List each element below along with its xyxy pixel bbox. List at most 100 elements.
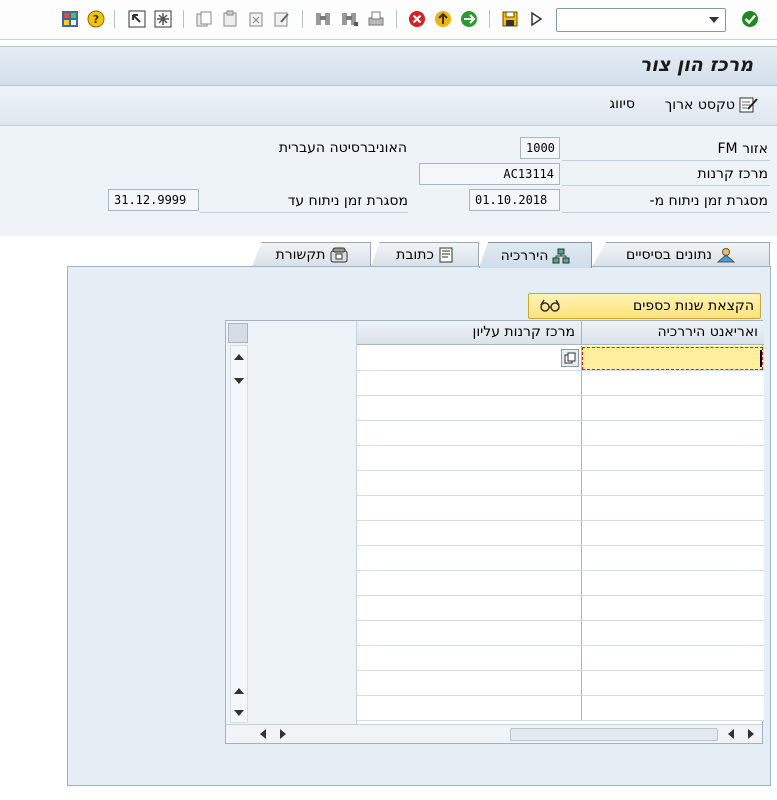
table-cell-superior-fund-center[interactable]	[357, 396, 581, 421]
command-input[interactable]	[561, 11, 701, 29]
fm-area-label: אזור FM	[717, 141, 768, 157]
table-cell-hierarchy-variant[interactable]	[581, 371, 764, 396]
valid-from-label: מסגרת זמן ניתוח מ-	[649, 193, 768, 209]
glasses-icon	[539, 299, 561, 313]
table-cell-superior-fund-center[interactable]	[357, 346, 581, 371]
cut-icon[interactable]	[246, 9, 266, 29]
page-title: מרכז הון צור	[639, 54, 753, 76]
table-cell-hierarchy-variant[interactable]	[581, 571, 764, 596]
table-cell-superior-fund-center[interactable]	[357, 421, 581, 446]
table-cell-hierarchy-variant[interactable]	[581, 496, 764, 521]
long-text-button[interactable]: טקסט ארוך	[665, 96, 759, 114]
layout-menu-icon[interactable]	[60, 9, 80, 29]
generate-icon[interactable]	[153, 9, 173, 29]
hierarchy-table: ואריאנט היררכיה מרכז קרנות עליון	[225, 320, 764, 744]
table-cell-superior-fund-center[interactable]	[357, 496, 581, 521]
back-icon[interactable]	[459, 9, 479, 29]
table-cell-superior-fund-center[interactable]	[357, 471, 581, 496]
scroll-far-right-icon[interactable]	[744, 727, 758, 741]
scroll-left-icon[interactable]	[256, 727, 270, 741]
command-field[interactable]	[556, 8, 726, 32]
scroll-down-icon[interactable]	[232, 374, 246, 388]
classification-button[interactable]: סיווג	[609, 96, 635, 112]
select-all-button[interactable]	[228, 323, 248, 343]
save-icon[interactable]	[500, 9, 520, 29]
table-cell-hierarchy-variant[interactable]	[581, 696, 764, 721]
help-icon[interactable]: ?	[86, 9, 106, 29]
table-cell-hierarchy-variant[interactable]	[581, 471, 764, 496]
paste-icon[interactable]	[220, 9, 240, 29]
title-bar: מרכז הון צור	[0, 46, 777, 86]
fund-center-label: מרכז קרנות	[697, 166, 768, 182]
print-icon[interactable]	[366, 9, 386, 29]
table-cell-hierarchy-variant[interactable]	[581, 446, 764, 471]
document-icon	[438, 247, 454, 263]
phone-icon	[330, 247, 348, 263]
tab-communication[interactable]: תקשורת	[252, 242, 371, 267]
scroll-page-down-icon[interactable]	[232, 706, 246, 720]
table-cell-hierarchy-variant[interactable]	[581, 671, 764, 696]
horizontal-scrollbar[interactable]	[226, 724, 762, 743]
tab-hierarchy-label: היררכיה	[500, 247, 549, 264]
table-cell-hierarchy-variant[interactable]	[581, 421, 764, 446]
window-select-icon[interactable]	[127, 9, 147, 29]
table-cell-superior-fund-center[interactable]	[357, 671, 581, 696]
copy-icon[interactable]	[194, 9, 214, 29]
tab-address[interactable]: כתובת	[371, 242, 479, 267]
find-next-icon[interactable]	[339, 9, 359, 29]
table-cell-superior-fund-center[interactable]	[357, 596, 581, 621]
table-cell-hierarchy-variant[interactable]	[581, 546, 764, 571]
table-cell-superior-fund-center[interactable]	[357, 621, 581, 646]
tab-hierarchy[interactable]: היררכיה	[479, 242, 592, 268]
play-icon[interactable]	[526, 9, 546, 29]
text-cursor	[760, 350, 762, 367]
tab-basic-data[interactable]: נתונים בסיסיים	[592, 242, 770, 267]
table-left-margin	[226, 321, 357, 725]
tab-address-label: כתובת	[396, 247, 434, 263]
fund-center-field[interactable]: AC13114	[419, 163, 560, 185]
hierarchy-icon	[552, 248, 570, 264]
fm-area-description: האוניברסיטה העברית	[278, 140, 407, 156]
table-cell-hierarchy-variant[interactable]	[581, 596, 764, 621]
table-cell-superior-fund-center[interactable]	[357, 646, 581, 671]
chevron-down-icon[interactable]	[705, 11, 723, 29]
exit-icon[interactable]	[433, 9, 453, 29]
edit-icon[interactable]	[272, 9, 292, 29]
valid-to-field[interactable]: 31.12.9999	[108, 189, 199, 211]
column-header-hierarchy-variant[interactable]: ואריאנט היררכיה	[581, 321, 764, 345]
table-cell-hierarchy-variant[interactable]	[581, 621, 764, 646]
scroll-right-icon[interactable]	[276, 727, 290, 741]
value-help-icon[interactable]	[561, 349, 579, 367]
long-text-label: טקסט ארוך	[664, 97, 735, 113]
scroll-up-icon[interactable]	[232, 350, 246, 364]
table-cell-superior-fund-center[interactable]	[357, 546, 581, 571]
scroll-far-left-icon[interactable]	[724, 727, 738, 741]
table-cell-superior-fund-center[interactable]	[357, 571, 581, 596]
scroll-page-up-icon[interactable]	[232, 684, 246, 698]
enter-check-icon[interactable]	[740, 9, 760, 29]
table-cell-hierarchy-variant[interactable]	[581, 646, 764, 671]
table-cell-superior-fund-center[interactable]	[357, 521, 581, 546]
classification-label: סיווג	[609, 96, 635, 112]
person-icon	[716, 247, 736, 263]
assign-fiscal-years-button[interactable]: הקצאת שנות כספים	[528, 293, 761, 319]
table-cell-superior-fund-center[interactable]	[357, 446, 581, 471]
fm-area-field[interactable]: 1000	[520, 137, 560, 159]
scrollbar-thumb[interactable]	[510, 728, 718, 741]
valid-to-label: מסגרת זמן ניתוח עד	[287, 193, 408, 209]
table-cell-hierarchy-variant[interactable]	[581, 396, 764, 421]
system-toolbar: ?	[0, 0, 777, 40]
status-bar	[0, 788, 777, 800]
find-icon[interactable]	[313, 9, 333, 29]
vertical-scrollbar[interactable]	[230, 345, 248, 723]
assign-fiscal-years-label: הקצאת שנות כספים	[632, 298, 754, 314]
cancel-icon[interactable]	[407, 9, 427, 29]
column-header-superior-fund-center[interactable]: מרכז קרנות עליון	[357, 321, 581, 345]
valid-from-field[interactable]: 01.10.2018	[469, 189, 560, 211]
table-cell-hierarchy-variant[interactable]	[581, 346, 764, 371]
table-cell-superior-fund-center[interactable]	[357, 696, 581, 721]
table-cell-superior-fund-center[interactable]	[357, 371, 581, 396]
table-cell-hierarchy-variant[interactable]	[581, 521, 764, 546]
application-toolbar: טקסט ארוך סיווג	[0, 86, 777, 126]
tab-communication-label: תקשורת	[275, 247, 326, 263]
